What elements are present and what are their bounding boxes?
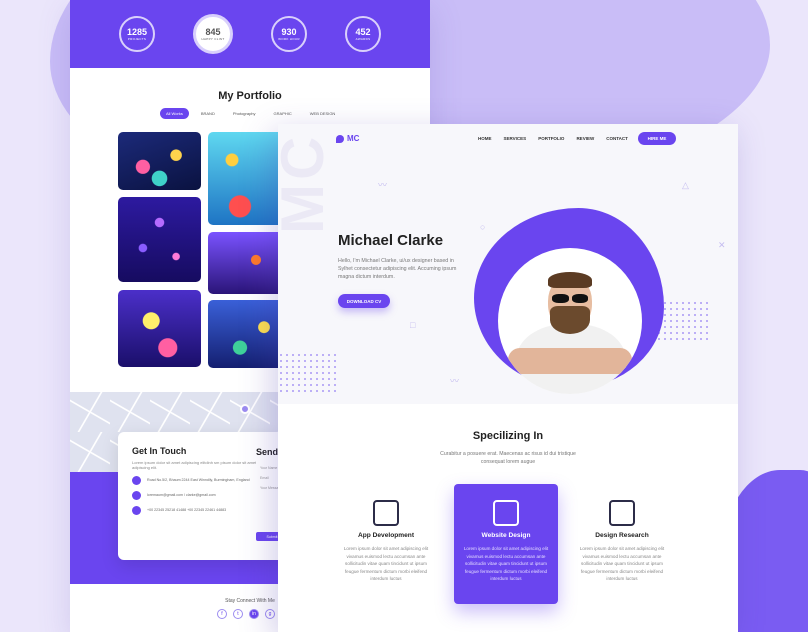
zigzag-shape: 〰 <box>378 180 388 190</box>
send-title: Send <box>256 447 279 457</box>
service-text: Lorem ipsum dolor sit amet adipiscing el… <box>463 546 549 582</box>
specializing-title: Specilizing In <box>472 430 544 442</box>
mc-watermark: MC <box>278 132 336 234</box>
address-text: Road No.5/2, Bhaum 2244 East Winndlly, B… <box>147 478 250 483</box>
mobile-app-icon <box>373 500 399 526</box>
portfolio-filters: All Works BRAND Photography GRAPHIC WEB … <box>160 108 341 119</box>
zigzag-shape: 〰 <box>450 376 460 386</box>
stat-label: AWARDS <box>355 37 371 41</box>
nav-home[interactable]: HOME <box>478 136 492 141</box>
stat-happy-client: 845 HAPPY CLINT <box>193 14 233 54</box>
mail-icon <box>132 491 141 500</box>
filter-graphic[interactable]: GRAPHIC <box>268 108 298 119</box>
stat-projects: 1285 PROJECTS <box>119 16 155 52</box>
contact-text: Lorem ipsum dolor sit amet adipiscing el… <box>132 460 257 470</box>
linkedin-icon[interactable]: in <box>249 609 259 619</box>
photo-arms <box>508 348 632 374</box>
phone-icon <box>132 506 141 515</box>
triangle-shape: △ <box>682 180 689 190</box>
service-card-website-design[interactable]: Website Design Lorem ipsum dolor sit ame… <box>454 484 558 604</box>
profile-photo <box>498 248 642 394</box>
logo-mark-icon <box>336 134 344 143</box>
contact-email: loremaum@gmail.com / clarke@gmail.com <box>132 491 272 500</box>
square-shape: □ <box>410 320 416 330</box>
home-page-preview: MC MC HOME SERVICES PORTFOLIO REVIEW CON… <box>278 124 738 632</box>
filter-brand[interactable]: BRAND <box>195 108 221 119</box>
stat-number: 1285 <box>126 27 148 37</box>
photo-hair <box>548 272 592 288</box>
filter-web-design[interactable]: WEB DESIGN <box>304 108 342 119</box>
nav-services[interactable]: SERVICES <box>504 136 527 141</box>
stat-awards: 452 AWARDS <box>345 16 381 52</box>
stats-bar: 1285 PROJECTS 845 HAPPY CLINT 930 WORK HOUR… <box>70 0 430 68</box>
twitter-icon[interactable]: t <box>233 609 243 619</box>
stat-label: WORK HOUR <box>278 37 300 41</box>
filter-photography[interactable]: Photography <box>227 108 262 119</box>
download-cv-button[interactable]: DOWNLOAD CV <box>338 294 390 308</box>
filter-all-works[interactable]: All Works <box>160 108 189 119</box>
hire-me-button[interactable]: HIRE ME <box>638 132 676 145</box>
social-links: f t in g <box>217 609 275 619</box>
service-card-design-research[interactable]: Design Research Lorem ipsum dolor sit am… <box>570 484 674 604</box>
dot-pattern <box>278 352 338 392</box>
logo-text: MC <box>347 134 360 143</box>
portfolio-image[interactable] <box>208 300 288 368</box>
portfolio-image[interactable] <box>118 132 201 190</box>
stat-number: 452 <box>355 27 371 37</box>
logo[interactable]: MC <box>336 134 359 143</box>
stat-label: PROJECTS <box>127 37 147 41</box>
specializing-subtitle: Curabitur a posuere erat. Maecenas ac ri… <box>440 451 576 465</box>
contact-title: Get In Touch <box>132 446 187 456</box>
portfolio-image[interactable] <box>208 232 288 294</box>
main-nav: HOME SERVICES PORTFOLIO REVIEW CONTACT <box>478 136 628 141</box>
stat-number: 845 <box>205 27 221 37</box>
research-icon <box>609 500 635 526</box>
contact-address: Road No.5/2, Bhaum 2244 East Winndlly, B… <box>132 476 272 485</box>
service-name: Website Design <box>481 532 531 539</box>
circle-shape: ○ <box>480 222 486 232</box>
email-text[interactable]: loremaum@gmail.com / clarke@gmail.com <box>147 493 216 498</box>
hero-name: Michael Clarke <box>338 232 444 249</box>
service-name: Design Research <box>595 532 649 539</box>
service-text: Lorem ipsum dolor sit amet adipiscing el… <box>579 546 665 582</box>
photo-beard <box>550 306 590 334</box>
service-text: Lorem ipsum dolor sit amet adipiscing el… <box>343 546 429 582</box>
stat-number: 930 <box>281 27 297 37</box>
nav-portfolio[interactable]: PORTFOLIO <box>538 136 564 141</box>
portfolio-image[interactable] <box>118 197 201 282</box>
nav-contact[interactable]: CONTACT <box>606 136 628 141</box>
portfolio-image[interactable] <box>118 290 201 367</box>
service-name: App Development <box>357 532 415 539</box>
cross-shape: ✕ <box>718 240 726 250</box>
stat-label: HAPPY CLINT <box>201 37 225 41</box>
portfolio-image[interactable] <box>208 132 288 225</box>
location-icon <box>132 476 141 485</box>
stat-work-hour: 930 WORK HOUR <box>271 16 307 52</box>
google-icon[interactable]: g <box>265 609 275 619</box>
service-card-app-development[interactable]: App Development Lorem ipsum dolor sit am… <box>334 484 438 604</box>
web-design-icon <box>493 500 519 526</box>
hero-bio: Hello, I'm Michael Clarke, ui/ux designe… <box>338 258 457 280</box>
sunglasses <box>552 294 588 303</box>
facebook-icon[interactable]: f <box>217 609 227 619</box>
phone-text: +00 22345 25218 41488 +00 22345 22461 44… <box>147 508 227 513</box>
nav-review[interactable]: REVIEW <box>576 136 594 141</box>
map-pin-icon <box>240 404 250 414</box>
portfolio-title: My Portfolio <box>218 90 282 102</box>
contact-phone: +00 22345 25218 41488 +00 22345 22461 44… <box>132 506 272 515</box>
